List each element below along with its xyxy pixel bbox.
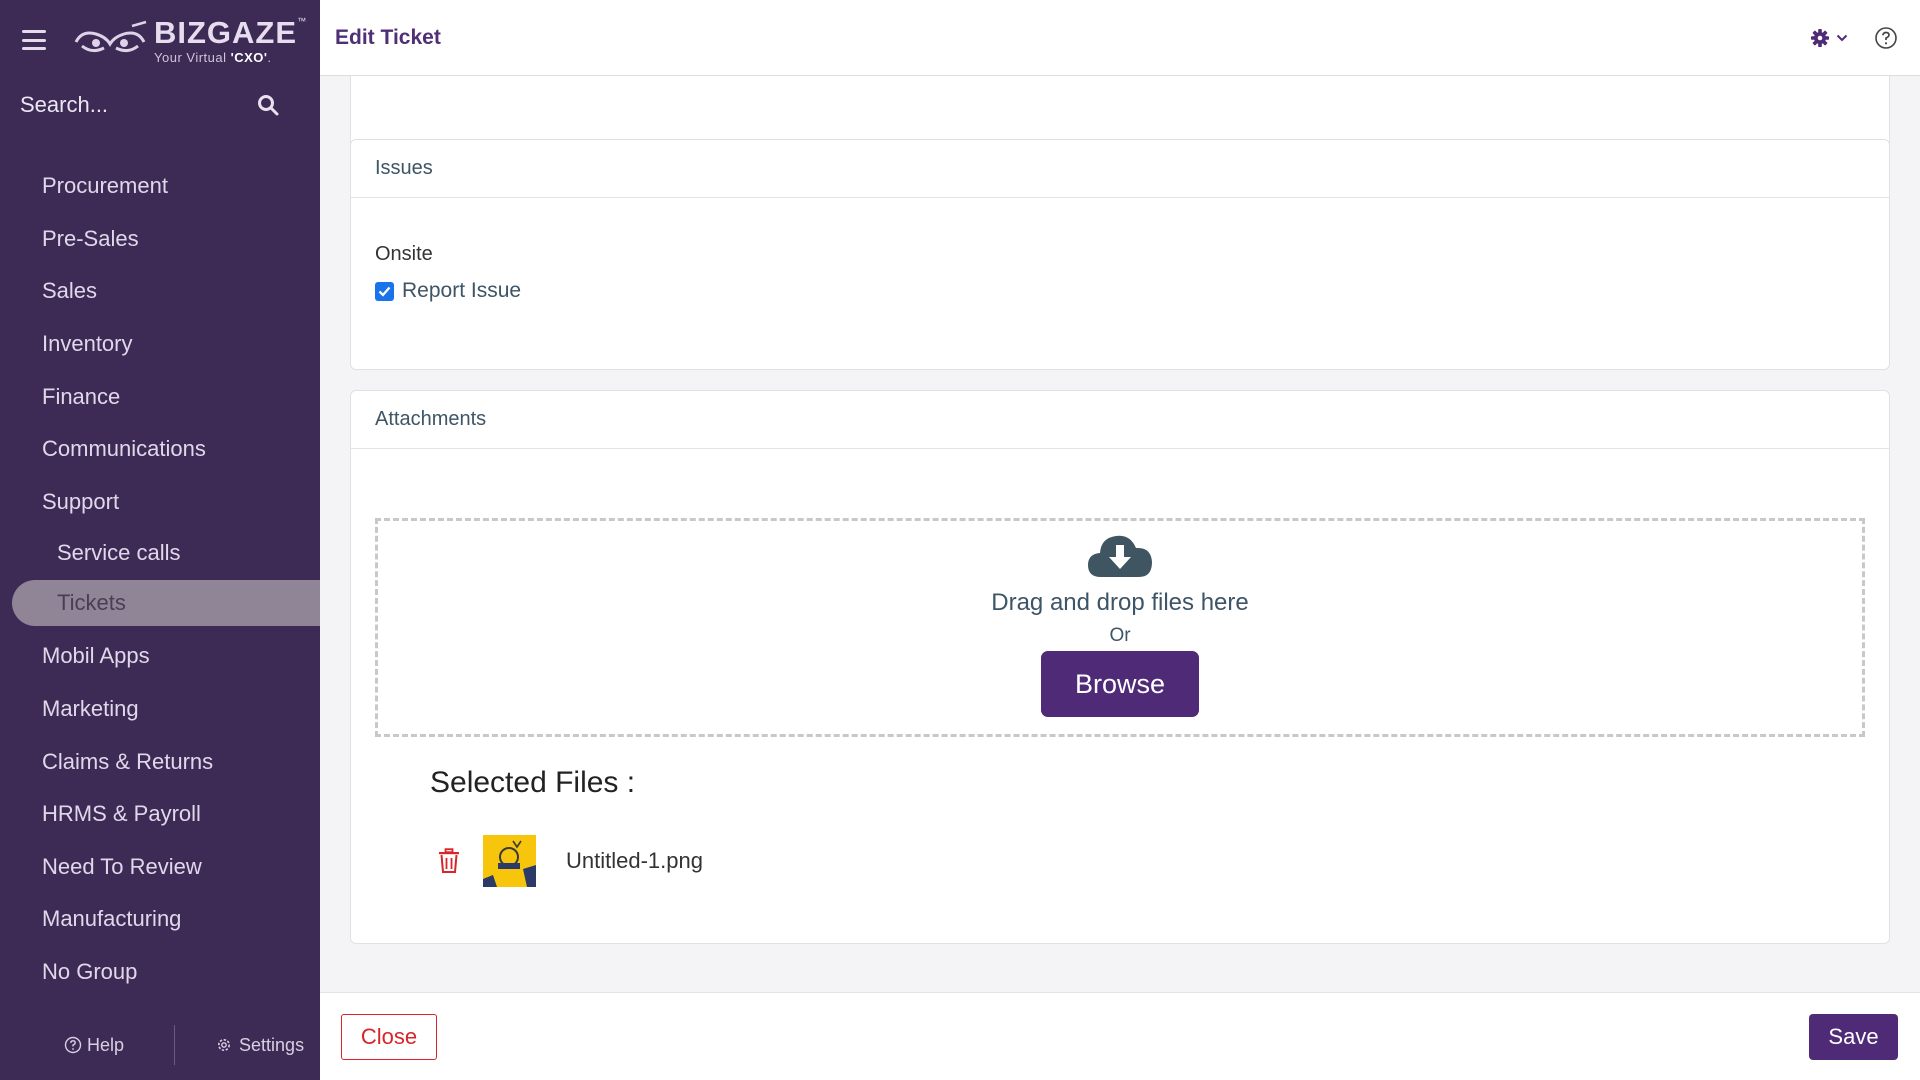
sidebar-item-procurement[interactable]: Procurement: [0, 160, 320, 213]
logo-tagline: Your Virtual 'CXO'.: [154, 49, 272, 65]
menu-toggle-icon[interactable]: [22, 30, 46, 50]
attachments-title: Attachments: [351, 391, 1889, 449]
sidebar: BIZGAZE™ Your Virtual 'CXO'. Procurement…: [0, 0, 320, 1080]
dropzone-or-text: Or: [1109, 625, 1131, 646]
help-link[interactable]: Help: [64, 1035, 124, 1056]
sidebar-item-support[interactable]: Support: [0, 476, 320, 529]
help-circle-icon[interactable]: [1874, 26, 1898, 50]
sidebar-nav: Procurement Pre-Sales Sales Inventory Fi…: [0, 130, 320, 998]
report-issue-checkbox-row[interactable]: Report Issue: [375, 279, 521, 303]
issues-title: Issues: [351, 140, 1889, 198]
dropzone-text: Drag and drop files here: [991, 589, 1249, 616]
sidebar-item-finance[interactable]: Finance: [0, 370, 320, 423]
file-list-item: Untitled-1.png: [437, 835, 703, 887]
help-circle-icon: [64, 1036, 82, 1054]
onsite-label: Onsite: [375, 243, 433, 265]
close-button[interactable]: Close: [341, 1013, 437, 1060]
search-icon[interactable]: [256, 93, 280, 117]
form-footer: Close Save: [320, 992, 1920, 1080]
sidebar-item-communications[interactable]: Communications: [0, 423, 320, 476]
selected-files-title: Selected Files :: [430, 766, 636, 799]
attachments-card: Attachments Drag and drop files here Or …: [350, 390, 1890, 944]
page-title: Edit Ticket: [335, 25, 441, 49]
sidebar-header: BIZGAZE™ Your Virtual 'CXO'.: [0, 0, 320, 80]
main-content: Issues Onsite Report Issue Attachments D…: [320, 76, 1920, 992]
sidebar-subitem-service-calls[interactable]: Service calls: [0, 528, 320, 578]
sidebar-item-partial: [0, 130, 320, 160]
sidebar-item-manufacturing[interactable]: Manufacturing: [0, 893, 320, 946]
sidebar-item-no-group[interactable]: No Group: [0, 946, 320, 999]
sidebar-subitem-tickets[interactable]: Tickets: [12, 580, 320, 627]
sidebar-item-mobil-apps[interactable]: Mobil Apps: [0, 630, 320, 683]
logo-brand-name: BIZGAZE™: [154, 14, 308, 50]
help-label: Help: [87, 1034, 125, 1055]
sidebar-item-hrms-payroll[interactable]: HRMS & Payroll: [0, 788, 320, 841]
file-thumbnail-image-icon: [483, 835, 536, 887]
sidebar-item-claims-returns[interactable]: Claims & Returns: [0, 735, 320, 788]
logo[interactable]: BIZGAZE™ Your Virtual 'CXO'.: [72, 14, 308, 65]
gear-icon: [1811, 28, 1829, 47]
file-thumbnail: [483, 835, 536, 887]
browse-button[interactable]: Browse: [1041, 651, 1199, 717]
issues-card: Issues Onsite Report Issue: [350, 139, 1890, 370]
cloud-download-icon: [1088, 535, 1152, 577]
chevron-down-icon: [1836, 34, 1848, 41]
logo-owl-icon: [74, 20, 147, 53]
sidebar-search: [0, 80, 320, 130]
file-name: Untitled-1.png: [566, 848, 703, 873]
sidebar-item-marketing[interactable]: Marketing: [0, 683, 320, 736]
check-icon: [378, 286, 391, 297]
report-issue-checkbox[interactable]: [375, 281, 394, 301]
settings-label: Settings: [239, 1034, 305, 1055]
search-input[interactable]: [20, 92, 240, 118]
sidebar-item-need-to-review[interactable]: Need To Review: [0, 841, 320, 894]
page-header: Edit Ticket: [320, 0, 1920, 76]
trash-icon[interactable]: [437, 848, 461, 874]
sidebar-item-pre-sales[interactable]: Pre-Sales: [0, 213, 320, 266]
sidebar-item-inventory[interactable]: Inventory: [0, 318, 320, 371]
footer-divider: [174, 1025, 176, 1065]
sidebar-footer: Help Settings: [0, 1010, 320, 1080]
file-dropzone[interactable]: Drag and drop files here Or Browse: [375, 518, 1865, 737]
sidebar-item-sales[interactable]: Sales: [0, 265, 320, 318]
settings-dropdown[interactable]: [1810, 28, 1848, 48]
save-button[interactable]: Save: [1809, 1013, 1898, 1060]
gear-icon: [218, 1039, 231, 1051]
settings-link[interactable]: Settings: [215, 1035, 304, 1056]
report-issue-label: Report Issue: [402, 279, 522, 302]
